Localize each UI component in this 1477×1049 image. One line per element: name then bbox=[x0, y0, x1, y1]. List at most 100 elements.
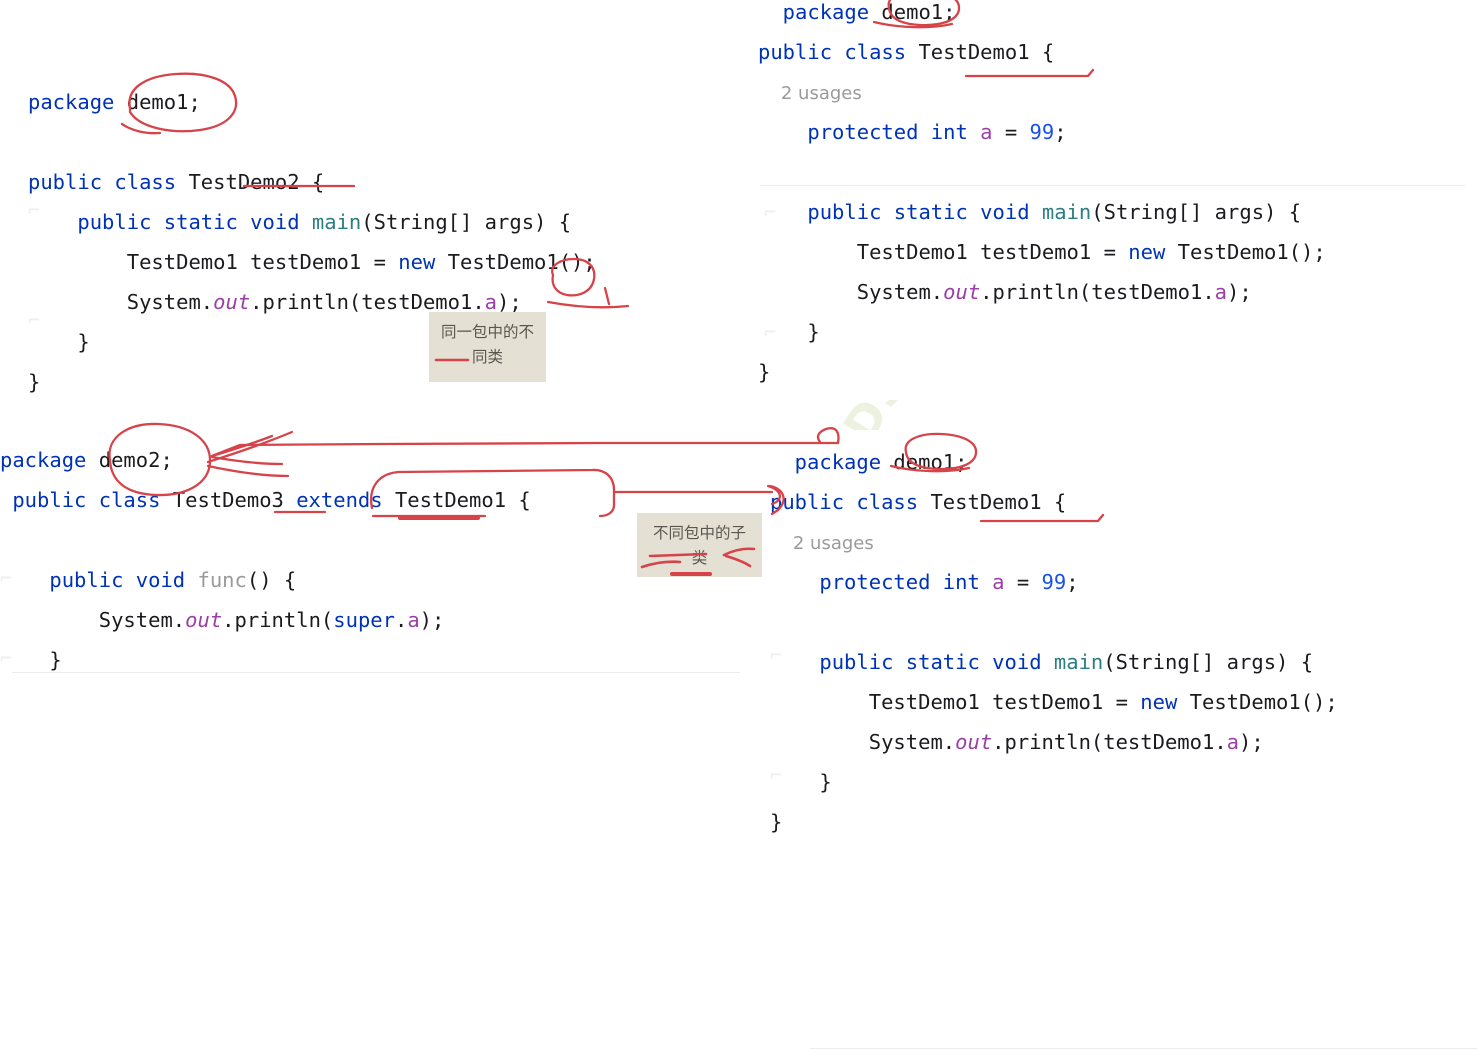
note-line-2: 类 bbox=[691, 549, 708, 567]
code-token: new bbox=[1140, 690, 1178, 714]
code-token: protected int bbox=[819, 570, 980, 594]
code-line[interactable]: package demo1; bbox=[28, 82, 596, 122]
code-token: ; bbox=[1054, 120, 1067, 144]
code-fold-marker[interactable]: ⌐ bbox=[764, 192, 776, 232]
code-token: System. bbox=[758, 280, 944, 304]
code-line[interactable] bbox=[28, 122, 596, 162]
code-fold-marker[interactable]: ⌐ bbox=[28, 300, 40, 340]
code-token: new bbox=[1128, 240, 1166, 264]
code-token: TestDemo1(); bbox=[1165, 240, 1326, 264]
usages-label[interactable]: 2 usages bbox=[770, 533, 874, 554]
code-token: (String[] args) { bbox=[1091, 200, 1302, 224]
code-token: out bbox=[943, 280, 981, 304]
code-token: TestDemo1 { bbox=[918, 490, 1067, 514]
code-line[interactable]: package demo2; bbox=[0, 440, 531, 480]
code-token: super bbox=[333, 608, 395, 632]
code-line[interactable]: 2 usages bbox=[758, 72, 1326, 112]
panel-bottom-separator bbox=[12, 672, 740, 673]
code-line[interactable]: public static void main(String[] args) { bbox=[28, 202, 596, 242]
code-token: func bbox=[197, 568, 247, 592]
note-different-package-subclass: 不同包中的子 类 bbox=[637, 513, 762, 577]
code-line[interactable]: protected int a = 99; bbox=[770, 562, 1338, 602]
note-line-1: 不同包中的子 bbox=[652, 524, 746, 542]
code-line[interactable]: } bbox=[758, 312, 1326, 352]
code-line[interactable]: TestDemo1 testDemo1 = new TestDemo1(); bbox=[770, 682, 1338, 722]
code-line[interactable]: System.out.println(super.a); bbox=[0, 600, 531, 640]
code-line[interactable]: package demo1; bbox=[758, 0, 1326, 32]
code-line[interactable]: System.out.println(testDemo1.a); bbox=[770, 722, 1338, 762]
code-line[interactable]: 2 usages bbox=[770, 522, 1338, 562]
code-block-testdemo1-top[interactable]: package demo1; public class TestDemo1 { 2… bbox=[758, 0, 1326, 392]
code-fold-marker[interactable]: ⌐ bbox=[764, 312, 776, 352]
code-line[interactable] bbox=[770, 602, 1338, 642]
code-line[interactable] bbox=[758, 152, 1326, 192]
code-line[interactable]: System.out.println(testDemo1.a); bbox=[758, 272, 1326, 312]
code-token: public class bbox=[12, 488, 161, 512]
code-line[interactable]: public class TestDemo2 { bbox=[28, 162, 596, 202]
code-fold-marker[interactable]: ⌐ bbox=[0, 558, 12, 598]
code-line[interactable]: TestDemo1 testDemo1 = new TestDemo1(); bbox=[758, 232, 1326, 272]
usages-label[interactable]: 2 usages bbox=[758, 83, 862, 104]
code-line[interactable]: } bbox=[770, 802, 1338, 842]
code-line[interactable] bbox=[0, 520, 531, 560]
code-fold-marker[interactable]: ⌐ bbox=[0, 638, 12, 678]
code-token: public class bbox=[28, 170, 177, 194]
code-token: a bbox=[484, 290, 498, 314]
note-line-2: 同类 bbox=[471, 348, 503, 366]
code-line[interactable]: public static void main(String[] args) { bbox=[770, 642, 1338, 682]
code-fold-marker[interactable]: ⌐ bbox=[770, 755, 782, 795]
code-token: . bbox=[394, 608, 408, 632]
code-token: ); bbox=[497, 290, 522, 314]
code-token: a bbox=[407, 608, 420, 632]
code-line[interactable]: public class TestDemo3 extends TestDemo1… bbox=[0, 480, 530, 520]
code-line[interactable]: public static void main(String[] args) { bbox=[758, 192, 1326, 232]
code-token: = bbox=[1004, 570, 1042, 594]
code-line[interactable]: } bbox=[758, 352, 1326, 392]
code-line[interactable]: public void func() { bbox=[0, 560, 531, 600]
code-block-testdemo1-bottom[interactable]: package demo1; public class TestDemo1 { 2… bbox=[770, 442, 1338, 842]
code-token: 99 bbox=[1029, 120, 1055, 144]
code-line[interactable]: public class TestDemo1 { bbox=[758, 32, 1326, 72]
code-token: main bbox=[311, 210, 362, 234]
code-token: package bbox=[28, 90, 115, 114]
code-fold-marker[interactable]: ⌐ bbox=[770, 635, 782, 675]
code-fold-marker[interactable]: ⌐ bbox=[28, 190, 40, 230]
code-token: package bbox=[770, 450, 882, 474]
code-token: a bbox=[992, 570, 1005, 594]
code-token: ); bbox=[419, 608, 445, 632]
editor-panel-testdemo2[interactable]: package demo1; public class TestDemo2 { … bbox=[0, 0, 740, 400]
editor-panel-testdemo1-top[interactable]: package demo1; public class TestDemo1 { 2… bbox=[758, 0, 1477, 400]
section-separator bbox=[760, 185, 1465, 186]
code-token: demo1; bbox=[869, 0, 956, 24]
code-token: public void bbox=[49, 568, 186, 592]
code-token: ); bbox=[1239, 730, 1264, 754]
code-block-testdemo3[interactable]: package demo2; public class TestDemo3 ex… bbox=[0, 440, 531, 680]
code-token: public static void bbox=[819, 650, 1042, 674]
code-line[interactable]: package demo1; bbox=[770, 442, 1338, 482]
code-token: .println(testDemo1. bbox=[992, 730, 1227, 754]
code-token: TestDemo1(); bbox=[1177, 690, 1338, 714]
code-line[interactable]: TestDemo1 testDemo1 = new TestDemo1(); bbox=[28, 242, 596, 282]
code-token: } bbox=[770, 810, 783, 834]
code-line[interactable]: } bbox=[770, 762, 1338, 802]
note-line-1: 同一包中的不 bbox=[440, 323, 534, 341]
code-token: TestDemo1 testDemo1 = bbox=[758, 240, 1129, 264]
code-token: ; bbox=[1066, 570, 1079, 594]
code-token: demo2; bbox=[86, 448, 173, 472]
code-token: TestDemo1 testDemo1 = bbox=[28, 250, 399, 274]
code-line[interactable]: protected int a = 99; bbox=[758, 112, 1326, 152]
editor-panel-testdemo1-bottom[interactable]: package demo1; public class TestDemo1 { 2… bbox=[770, 430, 1477, 1049]
code-line[interactable]: public class TestDemo1 { bbox=[770, 482, 1338, 522]
code-token: public static void bbox=[77, 210, 300, 234]
code-token: package bbox=[758, 0, 870, 24]
code-token: } bbox=[758, 360, 771, 384]
code-line[interactable]: } bbox=[0, 640, 531, 680]
screenshot-root: UDSE RIDLSE package demo1; public class … bbox=[0, 0, 1477, 1049]
editor-panel-testdemo3[interactable]: package demo2; public class TestDemo3 ex… bbox=[0, 430, 740, 680]
code-token: public class bbox=[770, 490, 919, 514]
